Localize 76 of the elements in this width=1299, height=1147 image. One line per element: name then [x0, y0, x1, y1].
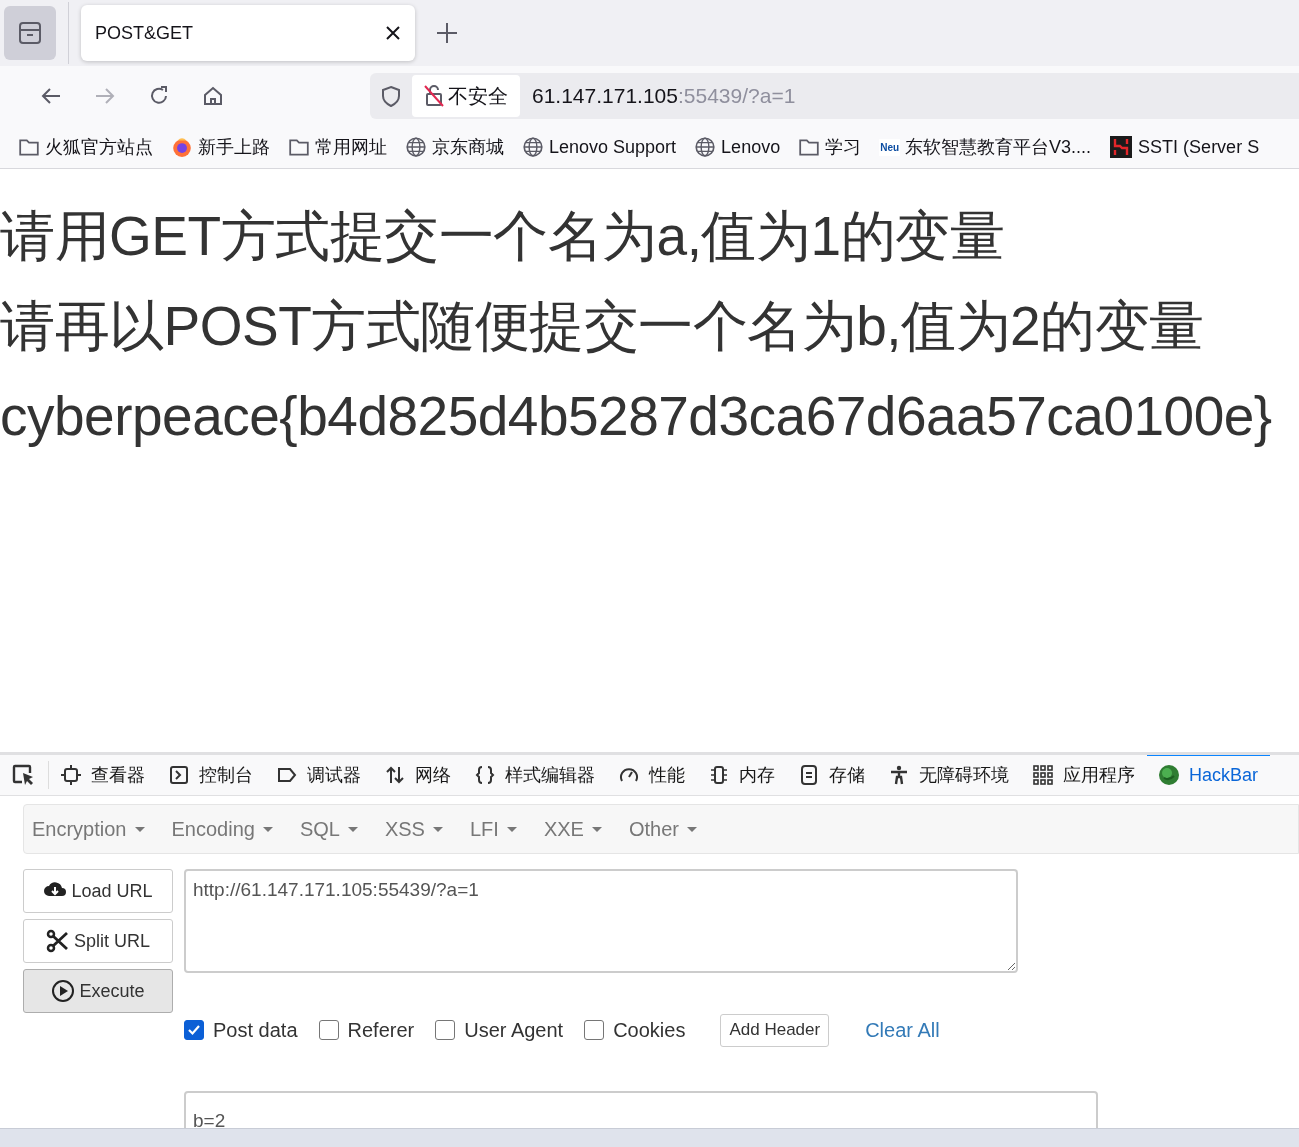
bookmark-link[interactable]: 新手上路 [171, 135, 270, 159]
grid-icon [1033, 765, 1053, 785]
devtools-tab[interactable]: 存储 [787, 755, 877, 794]
dropdown-menu[interactable]: XXE [543, 817, 613, 841]
option-checkbox[interactable]: Post data [184, 1018, 298, 1042]
checkbox[interactable] [318, 1020, 339, 1040]
option-checkbox[interactable]: User Agent [435, 1018, 564, 1042]
page-text: 请用GET方式提交一个名为a,值为1的变量 [0, 204, 1006, 269]
devtools-tab[interactable]: 内存 [697, 755, 787, 794]
scissors-icon [46, 929, 70, 953]
checkbox[interactable] [584, 1020, 605, 1040]
globe-icon [522, 136, 544, 158]
url-field[interactable]: http://61.147.171.105:55439/?a=1 [184, 869, 1018, 973]
option-checkbox[interactable]: Referer [318, 1018, 415, 1042]
fox-logo-icon [171, 136, 193, 158]
dropdown-menu[interactable]: Encryption [32, 817, 156, 841]
clear-all-link[interactable]: Clear All [865, 1018, 940, 1042]
shield-icon [380, 85, 402, 107]
dropdown-menu[interactable]: SQL [299, 817, 369, 841]
person-icon [889, 765, 909, 785]
option-checkbox[interactable]: Cookies [584, 1018, 686, 1042]
tray-icon [18, 21, 42, 45]
dropdown-menu[interactable]: Encoding [171, 817, 284, 841]
url-path: :55439/?a=1 [678, 84, 796, 108]
globe-icon [694, 136, 717, 158]
url-host: 61.147.171.105 [532, 84, 678, 108]
devtools-tab[interactable]: 应用程序 [1021, 755, 1147, 794]
devtools-tab[interactable]: 样式编辑器 [463, 755, 607, 794]
broken-lock-icon [424, 84, 444, 108]
reload-icon[interactable] [148, 85, 170, 107]
tab-overview-button[interactable] [4, 6, 56, 60]
square-logo-icon [1109, 135, 1134, 159]
bookmark-link[interactable]: 常用网址 [288, 135, 387, 159]
hackbar-button[interactable]: Split URL [23, 919, 173, 963]
ball-logo-icon [1159, 765, 1179, 785]
picker-icon[interactable] [12, 764, 36, 786]
add-header-button[interactable]: Add Header [720, 1013, 830, 1047]
storage-icon [799, 765, 819, 785]
devtools-tab[interactable]: 查看器 [49, 755, 157, 794]
chip-icon [709, 765, 729, 785]
page-text: 请再以POST方式随便提交一个名为b,值为2的变量 [0, 294, 1205, 359]
dropdown-menu[interactable]: LFI [469, 817, 528, 841]
page-text: cyberpeace{b4d825d4b5287d3ca67d6aa57ca0100e} [0, 384, 1273, 449]
arrows-icon [385, 765, 405, 785]
braces-icon [475, 765, 495, 785]
dropdown-menu[interactable]: Other [628, 817, 708, 841]
devtools-tab[interactable]: 控制台 [157, 755, 265, 794]
close-icon [385, 25, 401, 41]
globe-icon [405, 136, 427, 158]
devtools-tab[interactable]: 调试器 [265, 755, 373, 794]
browser-tab[interactable]: POST&GET [81, 5, 415, 61]
address-bar[interactable]: 不安全 61.147.171.105:55439/?a=1 [370, 73, 1299, 119]
neu-logo-icon: Neu [879, 138, 901, 156]
bookmark-link[interactable]: SSTI (Server S [1109, 135, 1260, 159]
home-icon[interactable] [202, 85, 224, 107]
play-circle-icon [51, 979, 76, 1003]
dropdown-menu[interactable]: XSS [384, 817, 454, 841]
security-label: 不安全 [448, 83, 508, 109]
post-data-field[interactable]: b=2 [184, 1091, 1098, 1128]
console-icon [169, 765, 189, 785]
debugger-icon [277, 765, 297, 785]
bookmark-link[interactable]: Lenovo Support [522, 136, 677, 158]
checkbox[interactable] [435, 1020, 456, 1040]
devtools-tab[interactable]: 性能 [607, 755, 697, 794]
inspector-icon [61, 765, 81, 785]
bookmark-link[interactable]: 京东商城 [405, 135, 504, 159]
bookmark-link[interactable]: Neu 东软智慧教育平台V3.... [879, 135, 1092, 159]
hackbar-button[interactable]: Load URL [23, 869, 173, 913]
checkbox[interactable] [184, 1020, 204, 1040]
bookmark-link[interactable]: 火狐官方站点 [18, 135, 153, 159]
plus-icon[interactable] [437, 23, 457, 43]
bookmark-link[interactable]: 学习 [798, 135, 862, 159]
hackbar-button[interactable]: Execute [23, 969, 173, 1013]
bookmark-link[interactable]: Lenovo [694, 136, 781, 158]
devtools-tab[interactable]: 网络 [373, 755, 463, 794]
devtools-tab[interactable]: 无障碍环境 [877, 755, 1021, 794]
